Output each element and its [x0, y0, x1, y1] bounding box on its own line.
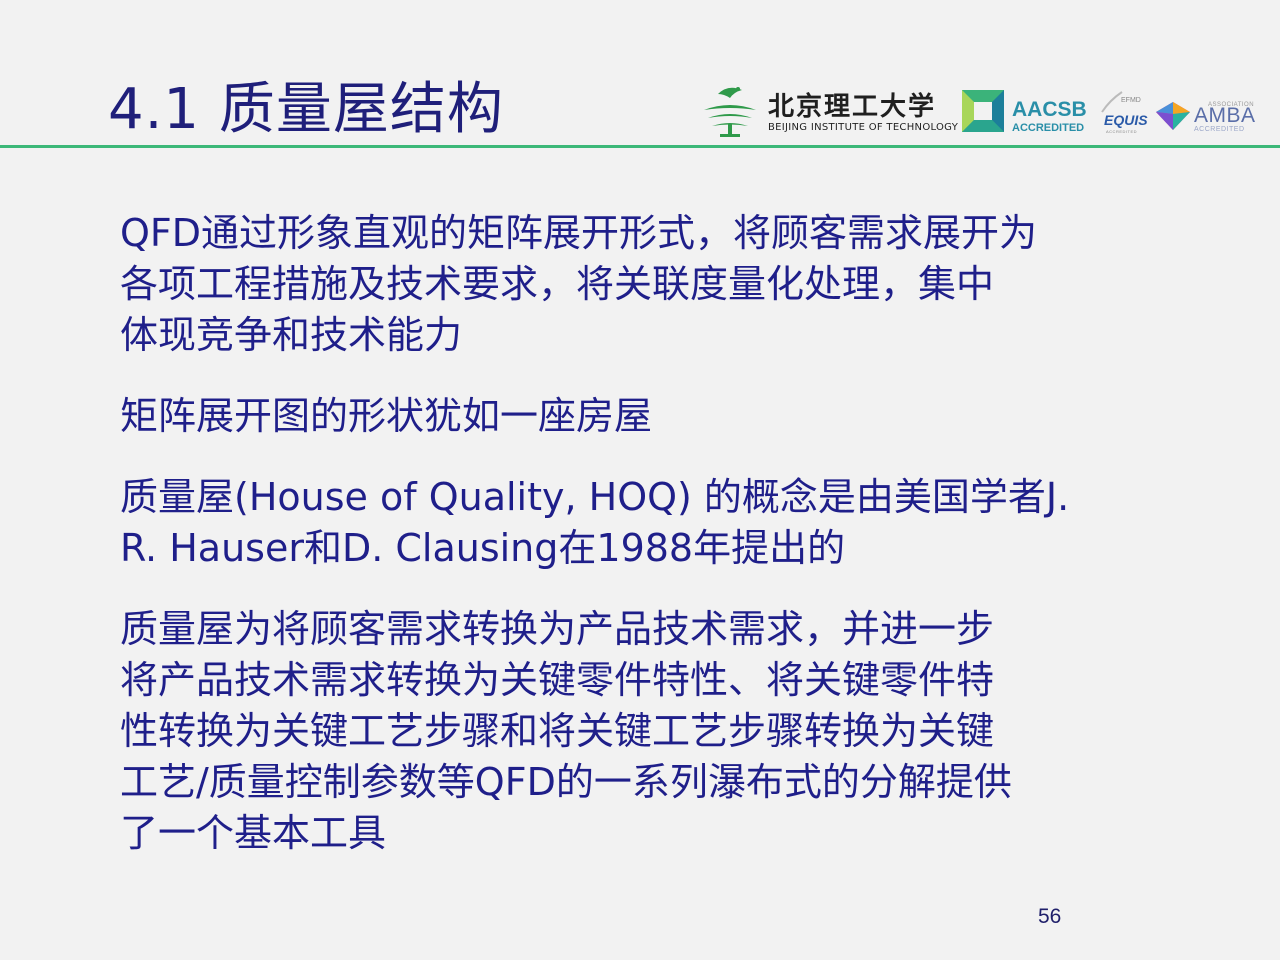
amba-gem-icon: [1156, 102, 1190, 130]
equis-accredited: ACCREDITED: [1106, 129, 1138, 134]
bit-english-name: BEIJING INSTITUTE OF TECHNOLOGY: [768, 122, 959, 133]
amba-name: AMBA: [1194, 104, 1256, 127]
paragraph-line: 质量屋为将顾客需求转换为产品技术需求，并进一步: [120, 607, 995, 651]
slide-title: 4.1 质量屋结构: [108, 77, 504, 142]
bit-emblem-logo: [704, 87, 756, 137]
body-paragraph: QFD通过形象直观的矩阵展开形式，将顾客需求展开为 各项工程措施及技术要求，将关联…: [120, 208, 1160, 361]
paragraph-line: 性转换为关键工艺步骤和将关键工艺步骤转换为关键: [120, 709, 995, 753]
paragraph-line: 体现竞争和技术能力: [120, 313, 463, 357]
aacsb-name: AACSB: [1012, 98, 1087, 121]
paragraph-line: 各项工程措施及技术要求，将关联度量化处理，集中: [120, 262, 995, 306]
paragraph-line: 将产品技术需求转换为关键零件特性、将关键零件特: [120, 658, 995, 702]
body-paragraph: 质量屋(House of Quality, HOQ) 的概念是由美国学者J. R.…: [120, 472, 1160, 574]
equis-name: EQUIS: [1104, 112, 1148, 128]
paragraph-line: 质量屋(House of Quality, HOQ) 的概念是由美国学者J.: [120, 475, 1070, 519]
paragraph-line: QFD通过形象直观的矩阵展开形式，将顾客需求展开为: [120, 211, 1038, 255]
amba-accredited: ACCREDITED: [1194, 126, 1245, 133]
paragraph-line: 工艺/质量控制参数等QFD的一系列瀑布式的分解提供: [120, 760, 1012, 804]
paragraph-line: 矩阵展开图的形状犹如一座房屋: [120, 394, 653, 438]
bit-chinese-name: 北京理工大学: [768, 92, 937, 122]
aacsb-square-icon: [962, 90, 1004, 132]
header-logos: 北京理工大学 BEIJING INSTITUTE OF TECHNOLOGY A…: [694, 78, 1264, 142]
efmd-label: EFMD: [1121, 97, 1141, 104]
body-paragraph: 质量屋为将顾客需求转换为产品技术需求，并进一步 将产品技术需求转换为关键零件特性、…: [120, 604, 1160, 859]
paragraph-line: R. Hauser和D. Clausing在1988年提出的: [120, 526, 846, 570]
body-paragraph: 矩阵展开图的形状犹如一座房屋: [120, 391, 1160, 442]
slide-body: QFD通过形象直观的矩阵展开形式，将顾客需求展开为 各项工程措施及技术要求，将关联…: [120, 208, 1160, 889]
page-number: 56: [1038, 905, 1062, 928]
paragraph-line: 了一个基本工具: [120, 811, 387, 855]
aacsb-accredited: ACCREDITED: [1012, 122, 1085, 134]
header-divider: [0, 145, 1280, 148]
